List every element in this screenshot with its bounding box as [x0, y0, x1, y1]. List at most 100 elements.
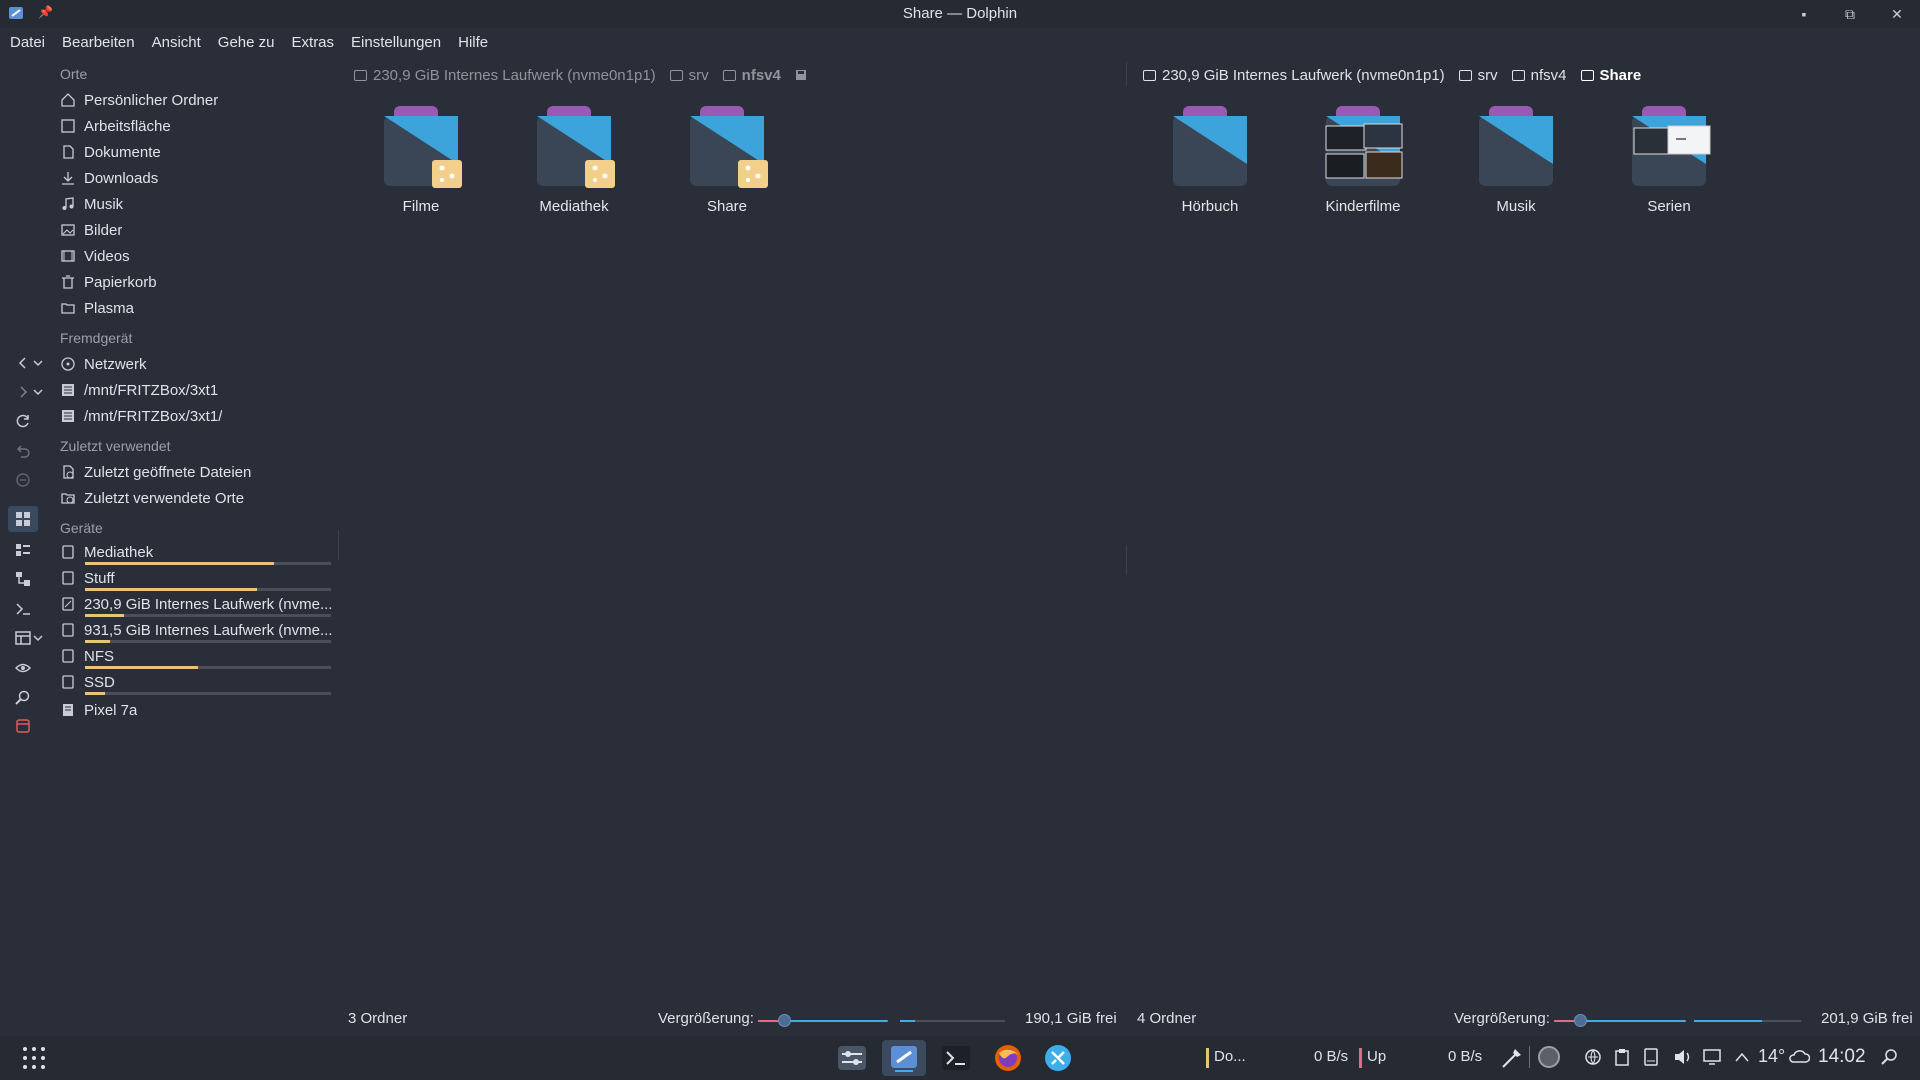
firefox-icon[interactable] — [986, 1040, 1030, 1076]
device-label: SSD — [84, 673, 115, 691]
folder-hoerbuch[interactable]: Hörbuch — [1155, 104, 1265, 215]
place-videos[interactable]: Videos — [60, 244, 336, 268]
crumb-label: 230,9 GiB Internes Laufwerk (nvme0n1p1) — [1162, 66, 1445, 84]
menu-ansicht[interactable]: Ansicht — [142, 30, 201, 54]
device-stuff[interactable]: Stuff — [60, 566, 336, 590]
folder-kinderfilme[interactable]: Kinderfilme — [1308, 104, 1418, 215]
vpn-icon[interactable] — [1584, 1048, 1602, 1070]
place-documents[interactable]: Dokumente — [60, 140, 336, 164]
task-label[interactable]: Do... — [1214, 1048, 1246, 1065]
menu-einstellungen[interactable]: Einstellungen — [341, 30, 441, 54]
folder-serien[interactable]: Serien — [1614, 104, 1724, 215]
icons-view-icon[interactable] — [8, 506, 38, 532]
volume-icon[interactable] — [1673, 1048, 1693, 1070]
stop-icon[interactable] — [8, 467, 38, 493]
search-icon[interactable] — [8, 684, 38, 710]
menu-datei[interactable]: Datei — [0, 30, 45, 54]
place-music[interactable]: Musik — [60, 192, 336, 216]
right-crumb-share[interactable]: Share — [1580, 67, 1641, 84]
folder-share[interactable]: Share — [672, 104, 782, 215]
left-crumb-save-icon[interactable] — [795, 69, 807, 81]
device-usage-fill — [85, 588, 258, 591]
close-button[interactable]: ✕ — [1887, 4, 1907, 24]
place-plasma[interactable]: Plasma — [60, 296, 336, 320]
menu-hilfe[interactable]: Hilfe — [448, 30, 488, 54]
sidebar-splitter[interactable] — [338, 530, 339, 560]
details-view-icon[interactable] — [8, 566, 38, 592]
trash-icon — [60, 274, 76, 290]
device-pixel-7a[interactable]: Pixel 7a — [60, 698, 336, 722]
left-crumb-srv[interactable]: srv — [669, 67, 709, 84]
net-down-speed: 0 B/s — [1314, 1048, 1349, 1065]
device-ssd[interactable]: SSD — [60, 670, 336, 694]
right-zoom-slider[interactable] — [1554, 1014, 1686, 1027]
device-notifier-icon[interactable] — [1644, 1048, 1658, 1070]
app-launcher-icon[interactable] — [12, 1040, 56, 1076]
place-trash[interactable]: Papierkorb — [60, 270, 336, 294]
konsole-icon[interactable] — [934, 1040, 978, 1076]
compact-view-icon[interactable] — [8, 537, 38, 563]
right-status-bar: 4 Ordner Vergrößerung: 201,9 GiB frei — [1137, 1010, 1917, 1032]
left-zoom-slider[interactable] — [758, 1014, 888, 1027]
place-recent-places[interactable]: Zuletzt verwendete Orte — [60, 486, 336, 510]
trash-indicator-icon[interactable] — [8, 713, 38, 739]
right-crumb-srv[interactable]: srv — [1458, 67, 1498, 84]
left-crumb-drive[interactable]: 230,9 GiB Internes Laufwerk (nvme0n1p1) — [354, 67, 656, 84]
drive-icon — [60, 544, 76, 560]
left-zoom-label: Vergrößerung: — [658, 1010, 754, 1027]
back-history-chevron-icon[interactable] — [30, 350, 46, 376]
forward-history-chevron-icon[interactable] — [30, 379, 46, 405]
left-zoom-handle[interactable] — [778, 1014, 791, 1027]
folder-musik[interactable]: Musik — [1461, 104, 1571, 215]
tray-expand-chevron-icon[interactable] — [1734, 1050, 1750, 1067]
display-icon[interactable] — [1703, 1048, 1721, 1070]
left-status-bar: 3 Ordner Vergrößerung: 190,1 GiB frei — [348, 1010, 1118, 1032]
menu-gehe-zu[interactable]: Gehe zu — [208, 30, 275, 54]
place-fritzbox-2[interactable]: /mnt/FRITZBox/3xt1/ — [60, 404, 336, 428]
left-free-space: 190,1 GiB frei — [1025, 1010, 1117, 1027]
place-downloads[interactable]: Downloads — [60, 166, 336, 190]
maximize-button[interactable]: ⧉ — [1840, 4, 1860, 24]
right-crumb-nfsv4[interactable]: nfsv4 — [1511, 67, 1567, 84]
color-swatch-icon[interactable] — [1538, 1046, 1560, 1068]
place-home[interactable]: Persönlicher Ordner — [60, 88, 336, 112]
folder-name: Kinderfilme — [1325, 198, 1401, 215]
right-zoom-handle[interactable] — [1574, 1014, 1588, 1027]
folder-name: Mediathek — [539, 198, 609, 215]
undo-icon[interactable] — [8, 438, 38, 464]
weather-temperature[interactable]: 14° — [1758, 1046, 1785, 1067]
discover-icon[interactable] — [1036, 1040, 1080, 1076]
minimize-button[interactable]: ▪ — [1794, 4, 1814, 24]
terminal-icon[interactable] — [8, 596, 38, 622]
right-breadcrumb: 230,9 GiB Internes Laufwerk (nvme0n1p1) … — [1143, 64, 1655, 86]
folder-mediathek[interactable]: Mediathek — [519, 104, 629, 215]
device-label: NFS — [84, 647, 114, 665]
color-picker-icon[interactable] — [1500, 1046, 1524, 1074]
device-nvme-931[interactable]: 931,5 GiB Internes Laufwerk (nvme... — [60, 618, 336, 642]
right-crumb-drive[interactable]: 230,9 GiB Internes Laufwerk (nvme0n1p1) — [1143, 67, 1445, 84]
pane-splitter[interactable] — [1126, 545, 1127, 575]
clock[interactable]: 14:02 — [1818, 1046, 1866, 1068]
dolphin-task-icon[interactable] — [882, 1040, 926, 1076]
place-network[interactable]: Netzwerk — [60, 352, 336, 376]
menu-bearbeiten[interactable]: Bearbeiten — [52, 30, 135, 54]
folder-filme[interactable]: Filme — [366, 104, 476, 215]
device-nvme-230[interactable]: 230,9 GiB Internes Laufwerk (nvme... — [60, 592, 336, 616]
device-mediathek[interactable]: Mediathek — [60, 540, 336, 564]
reload-icon[interactable] — [8, 408, 38, 434]
preview-eye-icon[interactable] — [8, 655, 38, 681]
pictures-icon — [60, 222, 76, 238]
right-free-space: 201,9 GiB frei — [1821, 1010, 1913, 1027]
place-pictures[interactable]: Bilder — [60, 218, 336, 242]
videos-icon — [60, 248, 76, 264]
place-desktop[interactable]: Arbeitsfläche — [60, 114, 336, 138]
menu-extras[interactable]: Extras — [282, 30, 335, 54]
clipboard-icon[interactable] — [1614, 1048, 1630, 1070]
place-fritzbox-1[interactable]: /mnt/FRITZBox/3xt1 — [60, 378, 336, 402]
device-nfs[interactable]: NFS — [60, 644, 336, 668]
system-settings-icon[interactable] — [830, 1040, 874, 1076]
left-crumb-nfsv4[interactable]: nfsv4 — [722, 67, 781, 84]
search-icon[interactable] — [1880, 1048, 1898, 1070]
place-recent-files[interactable]: Zuletzt geöffnete Dateien — [60, 460, 336, 484]
split-view-chevron-icon[interactable] — [30, 625, 46, 651]
